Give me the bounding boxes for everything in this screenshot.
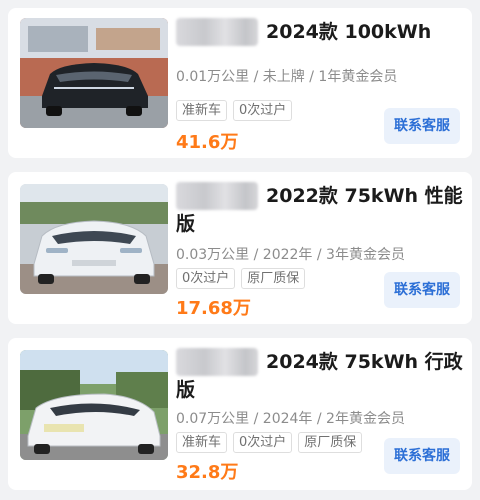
tag: 0次过户: [233, 100, 293, 121]
listing-card[interactable]: 2024款 100kWh 0.01万公里 / 未上牌 / 1年黄金会员 准新车 …: [8, 8, 472, 158]
tag: 准新车: [176, 432, 228, 453]
listing-title[interactable]: 2024款 100kWh: [176, 18, 466, 46]
car-photo-graphic: [20, 184, 168, 294]
car-photo[interactable]: [20, 350, 168, 460]
tag: 0次过户: [233, 432, 293, 453]
listing-card[interactable]: 2022款 75kWh 性能版 0.03万公里 / 2022年 / 3年黄金会员…: [8, 172, 472, 324]
contact-service-button[interactable]: 联系客服: [384, 108, 460, 144]
price: 41.6万: [176, 132, 239, 153]
listing-title[interactable]: 2022款 75kWh 性能版: [176, 182, 466, 238]
car-photo[interactable]: [20, 184, 168, 294]
listing-meta: 0.03万公里 / 2022年 / 3年黄金会员: [176, 247, 405, 263]
tag: 准新车: [176, 100, 228, 121]
price: 17.68万: [176, 298, 251, 319]
listing-meta: 0.07万公里 / 2024年 / 2年黄金会员: [176, 411, 405, 427]
contact-service-button[interactable]: 联系客服: [384, 438, 460, 474]
tag-list: 0次过户 原厂质保: [176, 268, 306, 289]
tag: 原厂质保: [298, 432, 363, 453]
tag: 0次过户: [176, 268, 236, 289]
contact-service-button[interactable]: 联系客服: [384, 272, 460, 308]
tag-list: 准新车 0次过户 原厂质保: [176, 432, 363, 453]
car-photo-graphic: [20, 18, 168, 128]
car-photo[interactable]: [20, 18, 168, 128]
tag-list: 准新车 0次过户: [176, 100, 293, 121]
car-photo-graphic: [20, 350, 168, 460]
listing-meta: 0.01万公里 / 未上牌 / 1年黄金会员: [176, 69, 398, 85]
tag: 原厂质保: [241, 268, 306, 289]
price: 32.8万: [176, 462, 239, 483]
listing-list: 2024款 100kWh 0.01万公里 / 未上牌 / 1年黄金会员 准新车 …: [0, 0, 480, 500]
listing-title[interactable]: 2024款 75kWh 行政版: [176, 348, 466, 404]
listing-card[interactable]: 2024款 75kWh 行政版 0.07万公里 / 2024年 / 2年黄金会员…: [8, 338, 472, 490]
